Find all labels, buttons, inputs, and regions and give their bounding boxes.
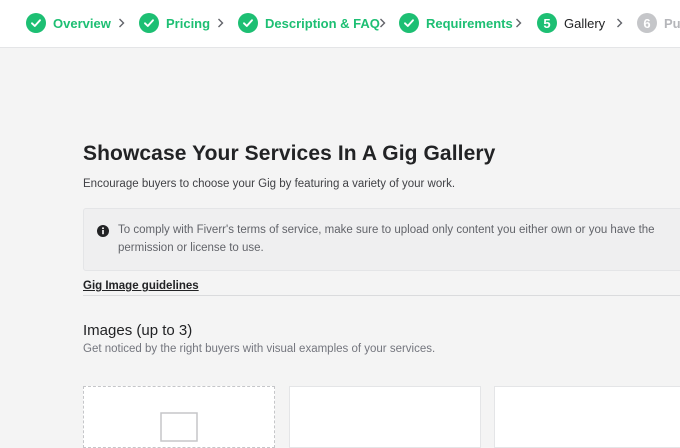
step-description-faq[interactable]: Description & FAQ: [238, 12, 380, 34]
step-label: Description & FAQ: [265, 15, 380, 31]
image-upload-dropzone[interactable]: [83, 386, 275, 448]
chevron-right-icon: [513, 14, 523, 32]
images-section-title: Images (up to 3): [83, 322, 193, 339]
step-label: Gallery: [564, 15, 606, 31]
check-icon: [26, 13, 46, 33]
step-pricing[interactable]: Pricing: [139, 12, 210, 34]
chevron-right-icon: [116, 14, 126, 32]
divider: [83, 295, 680, 296]
step-label: Pricing: [166, 15, 211, 31]
check-icon: [399, 13, 419, 33]
gig-image-guidelines-link[interactable]: Gig Image guidelines: [83, 280, 199, 292]
page-title: Showcase Your Services In A Gig Gallery: [83, 142, 496, 165]
step-publish[interactable]: 6 Pul: [637, 12, 680, 34]
step-label: Overview: [53, 15, 111, 31]
check-icon: [139, 13, 159, 33]
image-placeholder-icon: [160, 412, 198, 442]
chevron-right-icon: [215, 14, 225, 32]
step-overview[interactable]: Overview: [26, 12, 111, 34]
notice-text: To comply with Fiverr's terms of service…: [118, 224, 655, 254]
image-slot-3[interactable]: [494, 386, 680, 448]
chevron-right-icon: [614, 14, 624, 32]
terms-notice: To comply with Fiverr's terms of service…: [83, 208, 680, 271]
info-icon: [97, 225, 109, 237]
chevron-right-icon: [377, 14, 387, 32]
gig-creation-progress: Overview Pricing Description & FAQ Requi…: [0, 0, 680, 48]
check-icon: [238, 13, 258, 33]
step-label: Pul: [664, 15, 680, 31]
step-number: 5: [537, 13, 557, 33]
step-gallery[interactable]: 5 Gallery: [537, 12, 605, 34]
step-requirements[interactable]: Requirements: [399, 12, 513, 34]
step-number: 6: [637, 13, 657, 33]
images-section-subtitle: Get noticed by the right buyers with vis…: [83, 343, 436, 355]
image-slot-2[interactable]: [289, 386, 481, 448]
page-subtitle: Encourage buyers to choose your Gig by f…: [83, 178, 456, 190]
step-label: Requirements: [426, 15, 513, 31]
